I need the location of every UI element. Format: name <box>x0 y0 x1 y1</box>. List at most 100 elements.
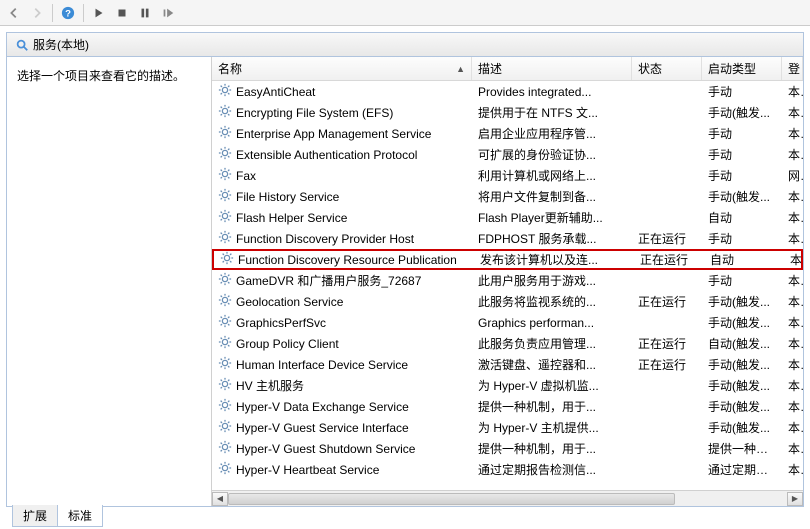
column-startup-type[interactable]: 启动类型 <box>702 57 782 80</box>
service-logon: 本 <box>782 209 803 226</box>
service-row[interactable]: Flash Helper ServiceFlash Player更新辅助...自… <box>212 207 803 228</box>
scroll-track[interactable] <box>228 492 787 506</box>
svg-text:?: ? <box>65 8 71 19</box>
service-row[interactable]: Group Policy Client此服务负责应用管理...正在运行自动(触发… <box>212 333 803 354</box>
service-row[interactable]: Fax利用计算机或网络上...手动网 <box>212 165 803 186</box>
service-row[interactable]: Enterprise App Management Service启用企业应用程… <box>212 123 803 144</box>
service-row[interactable]: Human Interface Device Service激活键盘、遥控器和.… <box>212 354 803 375</box>
service-name: Group Policy Client <box>236 337 339 351</box>
service-logon: 本 <box>782 398 803 415</box>
service-row[interactable]: Hyper-V Guest Shutdown Service提供一种机制，用于.… <box>212 438 803 459</box>
horizontal-scrollbar[interactable]: ◀ ▶ <box>212 490 803 506</box>
service-row[interactable]: EasyAntiCheatProvides integrated...手动本 <box>212 81 803 102</box>
restart-button[interactable] <box>158 3 178 23</box>
services-list-pane: 名称▲ 描述 状态 启动类型 登 EasyAntiCheat Provides i… <box>212 57 803 506</box>
bottom-tabs: 扩展 标准 <box>12 505 102 527</box>
service-logon: 本 <box>782 146 803 163</box>
service-desc: 将用户文件复制到备... <box>472 188 632 205</box>
service-row[interactable]: Hyper-V Guest Service Interface为 Hyper-V… <box>212 417 803 438</box>
service-name-cell: Enterprise App Management Service <box>212 125 472 142</box>
service-row[interactable]: Geolocation Service此服务将监视系统的...正在运行手动(触发… <box>212 291 803 312</box>
service-name: EasyAntiCheat <box>236 85 315 99</box>
service-name-cell: EasyAntiCheat <box>212 83 472 100</box>
service-row[interactable]: Hyper-V Data Exchange Service 提供一种机制，用于..… <box>212 396 803 417</box>
service-row[interactable]: File History Service将用户文件复制到备... 手动(触发...… <box>212 186 803 207</box>
service-name: Enterprise App Management Service <box>236 127 431 141</box>
help-button[interactable]: ? <box>58 3 78 23</box>
service-name-cell: Group Policy Client <box>212 335 472 352</box>
start-button[interactable] <box>89 3 109 23</box>
service-name: Hyper-V Data Exchange Service <box>236 400 409 414</box>
service-desc: Provides integrated... <box>472 85 632 99</box>
forward-button[interactable] <box>27 3 47 23</box>
service-name: GameDVR 和广播用户服务_72687 <box>236 272 421 289</box>
column-status[interactable]: 状态 <box>632 57 702 80</box>
gear-icon <box>218 188 232 205</box>
service-name-cell: Hyper-V Guest Service Interface <box>212 419 472 436</box>
service-name: Function Discovery Provider Host <box>236 232 414 246</box>
service-startup: 自动 <box>702 209 782 226</box>
scroll-thumb[interactable] <box>228 493 675 505</box>
back-button[interactable] <box>4 3 24 23</box>
service-startup: 手动(触发... <box>702 377 782 394</box>
service-name: Function Discovery Resource Publication <box>238 253 457 267</box>
service-desc: 提供用于在 NTFS 文... <box>472 104 632 121</box>
sort-asc-icon: ▲ <box>456 64 465 74</box>
service-desc: 为 Hyper-V 主机提供... <box>472 419 632 436</box>
service-desc: 此服务将监视系统的... <box>472 293 632 310</box>
stop-button[interactable] <box>112 3 132 23</box>
service-startup: 手动 <box>702 83 782 100</box>
service-name-cell: GraphicsPerfSvc <box>212 314 472 331</box>
service-name: Hyper-V Guest Shutdown Service <box>236 442 415 456</box>
service-row[interactable]: Encrypting File System (EFS)提供用于在 NTFS 文… <box>212 102 803 123</box>
service-row[interactable]: HV 主机服务为 Hyper-V 虚拟机监...手动(触发...本 <box>212 375 803 396</box>
service-startup: 手动(触发... <box>702 398 782 415</box>
service-row[interactable]: Function Discovery Provider Host FDPHOST … <box>212 228 803 249</box>
gear-icon <box>218 230 232 247</box>
service-status: 正在运行 <box>634 251 704 268</box>
column-logon-as[interactable]: 登 <box>782 57 803 80</box>
service-startup: 手动(触发... <box>702 188 782 205</box>
service-name: Fax <box>236 169 256 183</box>
service-name-cell: File History Service <box>212 188 472 205</box>
scroll-right-button[interactable]: ▶ <box>787 492 803 506</box>
service-row[interactable]: Function Discovery Resource Publication发… <box>212 249 803 270</box>
column-description[interactable]: 描述 <box>472 57 632 80</box>
service-name: Geolocation Service <box>236 295 343 309</box>
service-logon: 本 <box>782 125 803 142</box>
service-row[interactable]: GameDVR 和广播用户服务_72687此用户服务用于游戏...手动本 <box>212 270 803 291</box>
service-status: 正在运行 <box>632 335 702 352</box>
description-pane: 选择一个项目来查看它的描述。 <box>7 57 212 506</box>
pane-header: 服务(本地) <box>6 32 804 56</box>
pause-button[interactable] <box>135 3 155 23</box>
service-desc: 提供一种机制，用于... <box>472 398 632 415</box>
service-name-cell: GameDVR 和广播用户服务_72687 <box>212 272 472 289</box>
service-name-cell: Flash Helper Service <box>212 209 472 226</box>
service-logon: 本 <box>782 293 803 310</box>
service-logon: 本 <box>782 419 803 436</box>
service-desc: 利用计算机或网络上... <box>472 167 632 184</box>
service-desc: 此服务负责应用管理... <box>472 335 632 352</box>
gear-icon <box>218 314 232 331</box>
service-name-cell: Fax <box>212 167 472 184</box>
service-startup: 手动(触发... <box>702 104 782 121</box>
services-icon <box>15 38 29 52</box>
service-row[interactable]: Extensible Authentication Protocol可扩展的身份… <box>212 144 803 165</box>
service-desc: FDPHOST 服务承载... <box>472 230 632 247</box>
gear-icon <box>218 104 232 121</box>
service-name: GraphicsPerfSvc <box>236 316 326 330</box>
service-startup: 自动 <box>704 251 784 268</box>
gear-icon <box>218 419 232 436</box>
column-name[interactable]: 名称▲ <box>212 57 472 80</box>
tab-extended[interactable]: 扩展 <box>12 505 58 527</box>
tab-standard[interactable]: 标准 <box>57 505 103 527</box>
gear-icon <box>218 461 232 478</box>
service-logon: 本 <box>782 188 803 205</box>
service-name-cell: Function Discovery Resource Publication <box>214 251 474 268</box>
gear-icon <box>218 125 232 142</box>
service-row[interactable]: Hyper-V Heartbeat Service通过定期报告检测信...通过定… <box>212 459 803 480</box>
service-logon: 本 <box>782 377 803 394</box>
scroll-left-button[interactable]: ◀ <box>212 492 228 506</box>
service-row[interactable]: GraphicsPerfSvcGraphics performan...手动(触… <box>212 312 803 333</box>
service-logon: 本 <box>782 314 803 331</box>
